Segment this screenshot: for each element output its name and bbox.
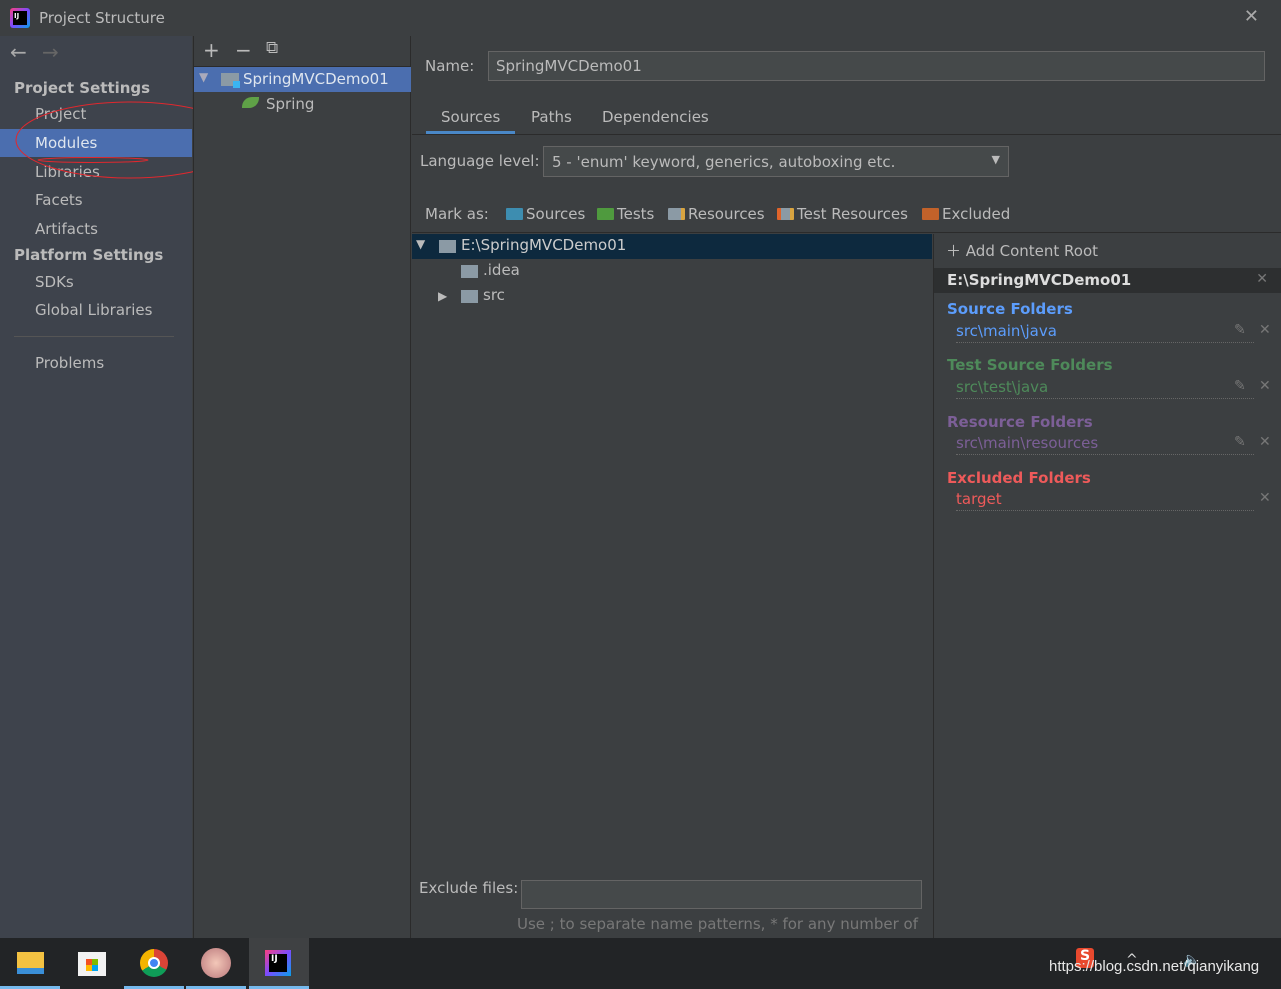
exclude-hint: Use ; to separate name patterns, * for a… [517, 915, 918, 933]
mark-tests-button[interactable]: Tests [597, 205, 654, 223]
label: Test Resources [797, 205, 908, 223]
excluded-folder-item: target [956, 490, 1254, 511]
divider [412, 232, 1281, 233]
tab-sources[interactable]: Sources [426, 108, 516, 134]
edit-icon[interactable]: ✎ [1234, 322, 1246, 338]
remove-icon[interactable]: ✕ [1259, 434, 1271, 450]
chrome-icon [140, 949, 168, 977]
folder-icon [461, 265, 478, 278]
resources-folder-icon [668, 208, 685, 220]
copy-icon[interactable]: ⧉ [266, 38, 278, 58]
excluded-folders-title: Excluded Folders [947, 469, 1091, 487]
source-folder-item: src\main\java [956, 322, 1254, 343]
avatar-icon [201, 948, 231, 978]
intellij-logo-icon: IJ [10, 8, 30, 28]
excluded-folder-icon [922, 208, 939, 220]
tree-root-label: E:\SpringMVCDemo01 [461, 236, 627, 254]
taskbar-file-explorer[interactable] [0, 938, 60, 989]
mark-excluded-button[interactable]: Excluded [922, 205, 1010, 223]
source-folders-title: Source Folders [947, 300, 1073, 318]
remove-icon[interactable]: ✕ [1259, 322, 1271, 338]
resource-folders-title: Resource Folders [947, 413, 1093, 431]
taskbar-chrome[interactable] [124, 938, 184, 989]
store-icon [78, 952, 106, 976]
nav-facets[interactable]: Facets [0, 186, 192, 214]
expand-triangle-icon[interactable]: ▼ [199, 70, 208, 84]
module-name: SpringMVCDemo01 [243, 70, 389, 88]
window-title: Project Structure [39, 9, 165, 27]
tree-root-row[interactable]: ▼ E:\SpringMVCDemo01 [412, 234, 932, 259]
module-folder-icon [221, 73, 240, 88]
spring-leaf-icon [242, 97, 259, 108]
forward-arrow-icon[interactable]: → [42, 40, 59, 64]
edit-icon[interactable]: ✎ [1234, 378, 1246, 394]
mark-as-label: Mark as: [425, 205, 489, 223]
mark-resources-button[interactable]: Resources [668, 205, 765, 223]
taskbar-avatar-app[interactable] [186, 938, 246, 989]
platform-settings-header: Platform Settings [14, 246, 164, 264]
exclude-files-input[interactable] [521, 880, 922, 909]
sources-folder-icon [506, 208, 523, 220]
name-label: Name: [425, 57, 475, 75]
nav-global-libraries[interactable]: Global Libraries [0, 296, 192, 324]
label: Tests [617, 205, 655, 223]
language-level-value: 5 - 'enum' keyword, generics, autoboxing… [552, 153, 896, 171]
divider [412, 134, 1281, 135]
test-source-folder-item: src\test\java [956, 378, 1254, 399]
folder-icon [461, 290, 478, 303]
module-item[interactable]: ▼ SpringMVCDemo01 [194, 67, 411, 92]
test-resources-folder-icon [777, 208, 794, 220]
remove-icon[interactable]: ✕ [1259, 378, 1271, 394]
expand-triangle-icon[interactable]: ▶ [438, 289, 447, 303]
close-icon[interactable]: ✕ [1244, 6, 1259, 27]
expand-triangle-icon[interactable]: ▼ [416, 237, 425, 251]
watermark: https://blog.csdn.net/qianyikang [1049, 958, 1260, 975]
content-root-path: E:\SpringMVCDemo01 [947, 271, 1132, 289]
mark-sources-button[interactable]: Sources [506, 205, 585, 223]
tab-dependencies[interactable]: Dependencies [587, 108, 724, 134]
tree-item-idea[interactable]: .idea [483, 261, 520, 279]
name-input[interactable] [488, 51, 1265, 81]
divider [14, 336, 174, 337]
nav-artifacts[interactable]: Artifacts [0, 215, 192, 243]
intellij-icon: IJ [265, 950, 291, 976]
content-tree: ▼ E:\SpringMVCDemo01 .idea ▶ src [412, 234, 932, 874]
module-tree-panel: + − ⧉ ▼ SpringMVCDemo01 Spring [193, 36, 411, 938]
folder-icon [17, 952, 44, 974]
label: Add Content Root [965, 242, 1099, 260]
facet-spring[interactable]: Spring [266, 95, 314, 113]
folder-icon [439, 240, 456, 253]
remove-icon[interactable]: − [235, 38, 252, 62]
content-roots-panel: ＋ Add Content Root E:\SpringMVCDemo01 ✕ … [933, 234, 1281, 938]
test-source-folders-title: Test Source Folders [947, 356, 1113, 374]
taskbar: IJ S ^ 🔈 https://blog.csdn.net/qianyikan… [0, 938, 1281, 989]
add-content-root-button[interactable]: ＋ Add Content Root [946, 240, 1098, 261]
tests-folder-icon [597, 208, 614, 220]
nav-sdks[interactable]: SDKs [0, 268, 192, 296]
add-icon[interactable]: + [203, 38, 220, 62]
chevron-down-icon: ▼ [991, 153, 1000, 166]
tree-item-src[interactable]: src [483, 286, 505, 304]
label: Sources [526, 205, 586, 223]
tab-paths[interactable]: Paths [516, 108, 587, 134]
taskbar-store[interactable] [62, 938, 122, 989]
back-arrow-icon[interactable]: ← [10, 40, 27, 64]
content-root-header: E:\SpringMVCDemo01 ✕ [934, 268, 1281, 293]
mark-test-resources-button[interactable]: Test Resources [777, 205, 908, 223]
language-level-label: Language level: [420, 152, 540, 170]
resource-folder-item: src\main\resources [956, 434, 1254, 455]
language-level-select[interactable]: 5 - 'enum' keyword, generics, autoboxing… [543, 146, 1009, 177]
close-icon[interactable]: ✕ [1256, 271, 1268, 287]
label: Excluded [942, 205, 1011, 223]
edit-icon[interactable]: ✎ [1234, 434, 1246, 450]
taskbar-intellij[interactable]: IJ [249, 938, 309, 989]
title-bar: IJ Project Structure ✕ [0, 0, 1281, 36]
remove-icon[interactable]: ✕ [1259, 490, 1271, 506]
plus-icon: ＋ [946, 242, 962, 260]
nav-problems[interactable]: Problems [0, 349, 192, 377]
label: Resources [688, 205, 765, 223]
exclude-files-label: Exclude files: [419, 879, 519, 897]
